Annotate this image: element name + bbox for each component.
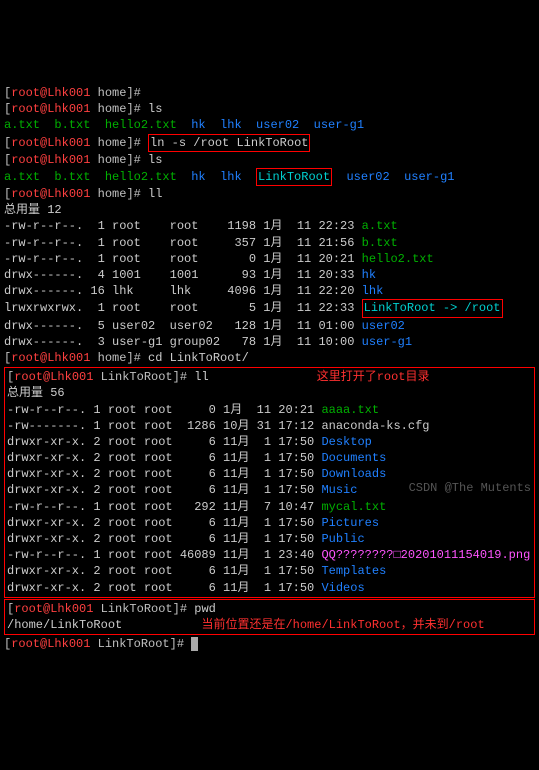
dir-name: Downloads (321, 467, 386, 481)
ls-row: -rw-------. 1 root root 1286 10月 31 17:1… (7, 419, 321, 433)
dir-name: hk (362, 268, 376, 282)
file-name: anaconda-ks.cfg (321, 419, 429, 433)
annotation: 当前位置还是在/home/LinkToRoot，并未到/root (201, 618, 484, 632)
ls-row: -rw-r--r--. 1 root root 292 11月 7 10:47 (7, 500, 321, 514)
dir-name: Public (321, 532, 364, 546)
dir-name: Music (321, 483, 357, 497)
ls-row: drwxr-xr-x. 2 root root 6 11月 1 17:50 (7, 564, 321, 578)
ls-row: drwxr-xr-x. 2 root root 6 11月 1 17:50 (7, 532, 321, 546)
prompt: [root@Lhk001 home]# (4, 102, 141, 116)
prompt: [root@Lhk001 home]# (4, 153, 141, 167)
ls-row: drwx------. 4 1001 1001 93 1月 11 20:33 (4, 268, 362, 282)
ls-row: -rw-r--r--. 1 root root 0 1月 11 20:21 (7, 403, 321, 417)
dir-name: Videos (321, 581, 364, 595)
ls-row: drwxr-xr-x. 2 root root 6 11月 1 17:50 (7, 483, 321, 497)
ls-row: drwxr-xr-x. 2 root root 6 11月 1 17:50 (7, 435, 321, 449)
dir-name: Pictures (321, 516, 379, 530)
file-name: hello2.txt (362, 252, 434, 266)
file-list: a.txt b.txt hello2.txt (4, 170, 191, 184)
link-highlight: LinkToRoot (256, 168, 332, 186)
file-name: b.txt (362, 236, 398, 250)
dir-name: user02 (362, 319, 405, 333)
dir-name: user-g1 (362, 335, 412, 349)
annotation: 这里打开了root目录 (317, 370, 430, 384)
ls-row: -rw-r--r--. 1 root root 1198 1月 11 22:23 (4, 219, 362, 233)
cursor-icon[interactable] (191, 637, 198, 651)
cmd-ll: ll (148, 187, 162, 201)
ls-row: drwxr-xr-x. 2 root root 6 11月 1 17:50 (7, 581, 321, 595)
file-name: QQ????????□20201011154019.png (321, 548, 530, 562)
pwd-block: [root@Lhk001 LinkToRoot]# pwd /home/Link… (4, 599, 535, 635)
ls-row: -rw-r--r--. 1 root root 0 1月 11 20:21 (4, 252, 362, 266)
prompt: [root@Lhk001 home]# (4, 86, 141, 100)
file-name: mycal.txt (321, 500, 386, 514)
ls-row: drwxr-xr-x. 2 root root 6 11月 1 17:50 (7, 516, 321, 530)
ls-row: drwxr-xr-x. 2 root root 6 11月 1 17:50 (7, 451, 321, 465)
file-list: a.txt b.txt hello2.txt (4, 118, 191, 132)
prompt: [root@Lhk001 home]# (4, 187, 141, 201)
watermark: CSDN @The Mutents (409, 480, 531, 496)
total-label: 总用量 12 (4, 203, 62, 217)
ls-row: drwxr-xr-x. 2 root root 6 11月 1 17:50 (7, 467, 321, 481)
pwd-output: /home/LinkToRoot (7, 618, 122, 632)
dir-list: user02 user-g1 (332, 170, 454, 184)
prompt: [root@Lhk001 LinkToRoot]# (7, 602, 187, 616)
ls-row: -rw-r--r--. 1 root root 357 1月 11 21:56 (4, 236, 362, 250)
dir-name: Desktop (321, 435, 371, 449)
symlink-highlight: LinkToRoot -> /root (362, 299, 503, 317)
ls-row: drwx------. 5 user02 user02 128 1月 11 01… (4, 319, 362, 333)
cmd-cd: cd LinkToRoot/ (148, 351, 249, 365)
cmd-ls: ls (148, 153, 162, 167)
ls-row: -rw-r--r--. 1 root root 46089 11月 1 23:4… (7, 548, 321, 562)
dir-name: lhk (362, 284, 384, 298)
prompt: [root@Lhk001 home]# (4, 351, 141, 365)
total-label: 总用量 56 (7, 386, 65, 400)
prompt[interactable]: [root@Lhk001 LinkToRoot]# (4, 637, 184, 651)
dir-list: hk lhk (191, 170, 256, 184)
cmd-ln-highlight: ln -s /root LinkToRoot (148, 134, 310, 152)
ls-row: drwx------. 3 user-g1 group02 78 1月 11 1… (4, 335, 362, 349)
dir-name: Templates (321, 564, 386, 578)
cmd-ll: ll (194, 370, 208, 384)
file-name: a.txt (362, 219, 398, 233)
prompt: [root@Lhk001 home]# (4, 136, 141, 150)
terminal-output: [root@Lhk001 home]# [root@Lhk001 home]# … (4, 69, 535, 653)
ls-row: lrwxrwxrwx. 1 root root 5 1月 11 22:33 (4, 301, 362, 315)
dir-list: hk lhk user02 user-g1 (191, 118, 364, 132)
cmd-ls: ls (148, 102, 162, 116)
prompt: [root@Lhk001 LinkToRoot]# (7, 370, 187, 384)
dir-name: Documents (321, 451, 386, 465)
cmd-pwd: pwd (194, 602, 216, 616)
file-name: aaaa.txt (321, 403, 379, 417)
ls-row: drwx------. 16 lhk lhk 4096 1月 11 22:20 (4, 284, 362, 298)
